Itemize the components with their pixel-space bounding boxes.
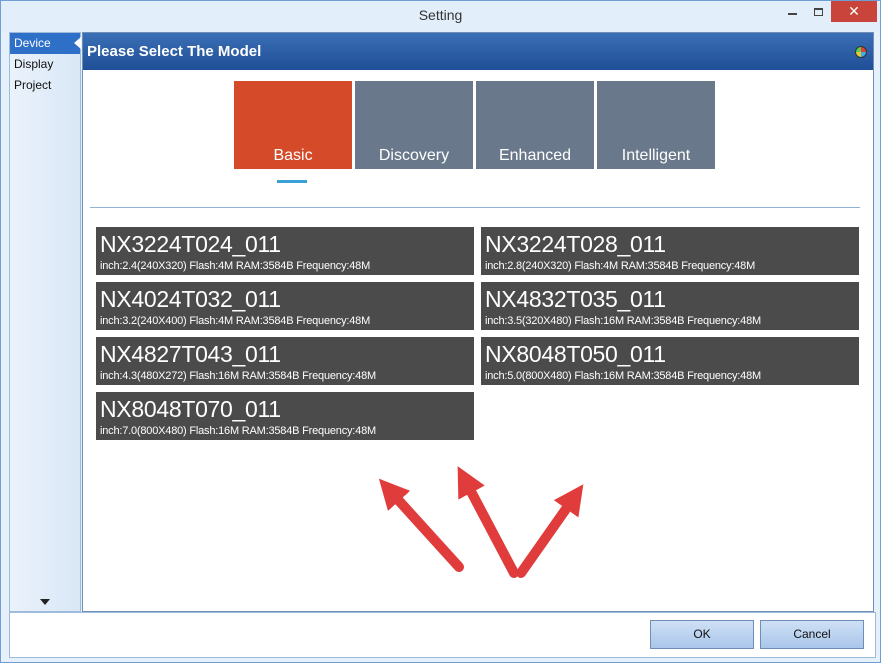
model-name: NX8048T050_011 [485,341,666,367]
sidebar-item-display[interactable]: Display [10,54,80,75]
model-spec: inch:3.5(320X480) Flash:16M RAM:3584B Fr… [485,315,761,327]
scroll-down-icon[interactable] [40,599,50,605]
tab-basic[interactable]: Basic [234,81,352,169]
model-spec: inch:5.0(800X480) Flash:16M RAM:3584B Fr… [485,370,761,382]
tab-discovery[interactable]: Discovery [355,81,473,169]
panel-header: Please Select The Model [83,33,873,70]
sidebar: Device Display Project [9,32,81,612]
model-tile-nx3224t028[interactable]: NX3224T028_011 inch:2.8(240X320) Flash:4… [481,227,859,275]
cancel-button[interactable]: Cancel [760,620,864,649]
active-tab-indicator [277,180,307,183]
close-button[interactable]: ✕ [831,1,877,22]
minimize-icon [787,12,797,15]
model-spec: inch:2.8(240X320) Flash:4M RAM:3584B Fre… [485,260,756,272]
sidebar-item-device[interactable]: Device [10,33,81,54]
tab-label: Discovery [378,147,450,164]
color-wheel-icon [855,46,867,58]
panel-title: Please Select The Model [87,43,262,60]
model-spec: inch:7.0(800X480) Flash:16M RAM:3584B Fr… [100,425,376,437]
model-panel: Please Select The Model Basic Discovery … [82,32,874,612]
sidebar-item-label: Display [14,57,54,71]
tab-enhanced[interactable]: Enhanced [476,81,594,169]
dialog-footer: OK Cancel [9,612,876,658]
model-tile-nx4832t035[interactable]: NX4832T035_011 inch:3.5(320X480) Flash:1… [481,282,859,330]
model-name: NX3224T028_011 [485,231,666,257]
sidebar-item-label: Device [14,36,51,50]
minimize-button[interactable] [779,1,805,22]
model-spec: inch:4.3(480X272) Flash:16M RAM:3584B Fr… [100,370,376,382]
maximize-button[interactable] [806,1,830,22]
tab-label: Intelligent [621,147,691,164]
maximize-icon [813,7,823,16]
model-tile-nx8048t070[interactable]: NX8048T070_011 inch:7.0(800X480) Flash:1… [96,392,474,440]
model-tile-nx4024t032[interactable]: NX4024T032_011 inch:3.2(240X400) Flash:4… [96,282,474,330]
tab-intelligent[interactable]: Intelligent [597,81,715,169]
model-name: NX4827T043_011 [100,341,281,367]
close-icon: ✕ [848,3,860,19]
model-tile-nx3224t024[interactable]: NX3224T024_011 inch:2.4(240X320) Flash:4… [96,227,474,275]
window-title: Setting [418,7,463,23]
model-tile-nx8048t050[interactable]: NX8048T050_011 inch:5.0(800X480) Flash:1… [481,337,859,385]
sidebar-item-project[interactable]: Project [10,75,80,96]
separator [90,207,860,208]
model-name: NX3224T024_011 [100,231,281,257]
title-bar[interactable]: Setting ✕ [1,1,880,32]
model-name: NX4024T032_011 [100,286,281,312]
tab-label: Basic [273,147,313,164]
tab-label: Enhanced [498,147,572,164]
ok-button[interactable]: OK [650,620,754,649]
sidebar-item-label: Project [14,78,52,92]
model-spec: inch:3.2(240X400) Flash:4M RAM:3584B Fre… [100,315,371,327]
model-spec: inch:2.4(240X320) Flash:4M RAM:3584B Fre… [100,260,371,272]
model-tile-nx4827t043[interactable]: NX4827T043_011 inch:4.3(480X272) Flash:1… [96,337,474,385]
setting-window: Setting ✕ Device Display Project Please … [0,0,881,663]
model-name: NX4832T035_011 [485,286,666,312]
model-name: NX8048T070_011 [100,396,281,422]
